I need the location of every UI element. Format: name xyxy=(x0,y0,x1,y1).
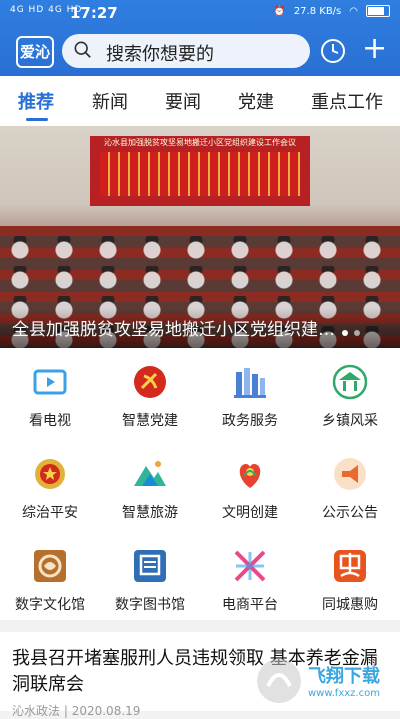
search-input[interactable]: 搜索你想要的 xyxy=(62,34,310,68)
search-placeholder: 搜索你想要的 xyxy=(106,44,214,65)
network-speed: 27.8 KB/s xyxy=(293,5,342,17)
app-logo[interactable]: 爱沁 xyxy=(16,36,54,68)
service-civilization[interactable]: 文明创建 xyxy=(200,440,300,530)
service-label: 智慧旅游 xyxy=(122,505,178,521)
service-announcements[interactable]: 公示公告 xyxy=(300,440,400,530)
tv-icon xyxy=(33,369,67,395)
banner-carousel[interactable]: 沁水县加强脱贫攻坚易地搬迁小区党组织建设工作会议 全县加强脱贫攻坚易地搬迁小区党… xyxy=(0,126,400,348)
status-bar: 4G HD 4G HD 17:27 ⏰ 27.8 KB/s ◠ xyxy=(0,0,400,26)
mountain-icon xyxy=(134,461,166,486)
flag-row xyxy=(100,152,300,196)
party-emblem-icon xyxy=(134,366,166,398)
service-digital-culture[interactable]: 数字文化馆 xyxy=(0,532,100,622)
service-label: 公示公告 xyxy=(322,505,378,521)
alarm-icon: ⏰ xyxy=(273,5,286,17)
history-clock-icon[interactable] xyxy=(320,38,346,64)
service-label: 综治平安 xyxy=(22,505,78,521)
add-plus-icon[interactable]: + xyxy=(362,34,387,64)
service-label: 电商平台 xyxy=(222,597,278,613)
hui-discount-icon xyxy=(334,550,366,582)
ecommerce-icon xyxy=(234,550,266,582)
police-badge-icon xyxy=(35,459,65,489)
service-smart-tourism[interactable]: 智慧旅游 xyxy=(100,440,200,530)
megaphone-icon xyxy=(334,458,366,490)
tab-key-work[interactable]: 重点工作 xyxy=(311,88,383,114)
service-label: 看电视 xyxy=(29,413,71,429)
wifi-icon: ◠ xyxy=(349,5,358,17)
service-township-style[interactable]: 乡镇风采 xyxy=(300,348,400,438)
watermark: 飞翔下载 www.fxxz.com xyxy=(252,650,400,711)
service-ecommerce[interactable]: 电商平台 xyxy=(200,532,300,622)
status-time: 17:27 xyxy=(70,4,118,22)
active-tab-indicator xyxy=(26,118,48,121)
service-tv[interactable]: 看电视 xyxy=(0,348,100,438)
toolbar: 爱沁 搜索你想要的 + xyxy=(0,30,400,72)
search-icon xyxy=(74,41,91,58)
service-gov-affairs[interactable]: 政务服务 xyxy=(200,348,300,438)
tab-recommend[interactable]: 推荐 xyxy=(18,88,54,114)
government-building-icon xyxy=(234,368,266,398)
banner-caption-text: 全县加强脱贫攻坚易地搬迁小区党组织建… xyxy=(12,320,335,340)
watermark-logo-icon xyxy=(257,659,301,703)
service-label: 文明创建 xyxy=(222,505,278,521)
service-label: 数字文化馆 xyxy=(15,597,85,613)
stage-banner-text: 沁水县加强脱贫攻坚易地搬迁小区党组织建设工作会议 xyxy=(104,138,296,147)
watermark-url: www.fxxz.com xyxy=(308,688,380,699)
carousel-dot[interactable] xyxy=(354,330,360,336)
service-label: 乡镇风采 xyxy=(322,413,378,429)
service-label: 智慧党建 xyxy=(122,413,178,429)
service-label: 政务服务 xyxy=(222,413,278,429)
service-label: 同城惠购 xyxy=(322,597,378,613)
service-grid: 看电视 智慧党建 政务服务 乡镇风采 综治平安 智慧旅游 文明创建 公示公告 数… xyxy=(0,348,400,620)
status-right: ⏰ 27.8 KB/s ◠ xyxy=(273,5,390,17)
culture-seal-icon xyxy=(34,550,66,582)
battery-icon xyxy=(366,5,390,17)
banner-caption: 全县加强脱贫攻坚易地搬迁小区党组织建… xyxy=(0,308,400,348)
library-icon xyxy=(134,550,166,582)
watermark-text: 飞翔下载 xyxy=(308,666,380,687)
civilization-heart-icon xyxy=(239,464,261,488)
carousel-dots xyxy=(342,330,360,336)
carousel-dot[interactable] xyxy=(342,330,348,336)
service-public-safety[interactable]: 综治平安 xyxy=(0,440,100,530)
category-tabs: 推荐 新闻 要闻 党建 重点工作 xyxy=(0,76,400,126)
news-source: 沁水政法 xyxy=(12,704,61,718)
tab-party-building[interactable]: 党建 xyxy=(238,88,274,114)
pavilion-icon xyxy=(332,364,368,400)
service-local-deals[interactable]: 同城惠购 xyxy=(300,532,400,622)
news-date: 2020.08.19 xyxy=(71,704,141,718)
top-bar: 4G HD 4G HD 17:27 ⏰ 27.8 KB/s ◠ 爱沁 搜索你想要… xyxy=(0,0,400,76)
tab-news[interactable]: 新闻 xyxy=(92,88,128,114)
service-digital-library[interactable]: 数字图书馆 xyxy=(100,532,200,622)
service-label: 数字图书馆 xyxy=(115,597,185,613)
service-smart-party[interactable]: 智慧党建 xyxy=(100,348,200,438)
tab-headlines[interactable]: 要闻 xyxy=(165,88,201,114)
